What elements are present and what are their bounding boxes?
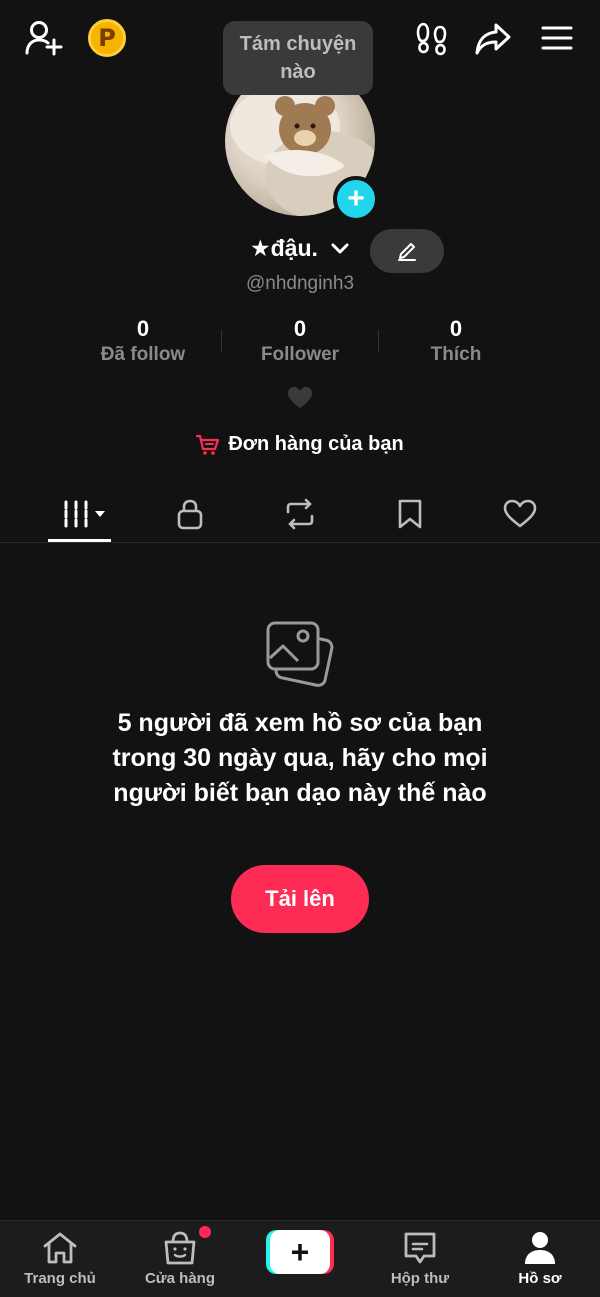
edit-profile-button[interactable] <box>370 229 444 273</box>
nav-label: Hộp thư <box>390 1270 450 1287</box>
plus-icon: + <box>270 1230 330 1274</box>
tooltip-line-2: nào <box>280 61 316 83</box>
orders-label: Đơn hàng của bạn <box>228 433 404 455</box>
stat-label: Thích <box>430 344 482 365</box>
shop-icon <box>164 1231 196 1265</box>
nav-inbox[interactable]: Hộp thư <box>360 1229 480 1287</box>
profile-icon <box>525 1232 555 1264</box>
orders-link[interactable]: Đơn hàng của bạn <box>0 433 600 456</box>
nav-label: Trang chủ <box>24 1270 96 1287</box>
cart-icon <box>196 434 220 455</box>
inbox-icon <box>404 1232 436 1264</box>
heart-icon <box>503 499 537 528</box>
tooltip-line-1: Tám chuyện <box>239 33 357 55</box>
menu-icon[interactable] <box>537 20 577 56</box>
lock-icon <box>177 499 203 530</box>
stat-following[interactable]: 0 Đã follow <box>63 316 223 366</box>
profile-tabs <box>0 486 600 543</box>
create-button[interactable]: + <box>266 1230 334 1274</box>
photo-stack-icon <box>265 618 335 695</box>
nav-label: Hồ sơ <box>518 1270 562 1287</box>
notification-dot <box>199 1226 211 1238</box>
stat-label: Follower <box>260 344 340 365</box>
bookmark-icon <box>398 499 422 529</box>
add-friend-icon[interactable] <box>22 18 66 58</box>
bottom-nav: Trang chủ Cửa hàng + Hộp thư Hồ sơ <box>0 1220 600 1297</box>
nav-home[interactable]: Trang chủ <box>0 1229 120 1287</box>
chevron-down-icon[interactable] <box>330 241 350 262</box>
stat-value: 0 <box>293 316 307 341</box>
stat-label: Đã follow <box>100 344 186 365</box>
share-icon[interactable] <box>472 20 514 58</box>
username: @nhdnginh3 <box>245 273 355 294</box>
add-story-button[interactable]: + <box>333 176 379 222</box>
stat-value: 0 <box>449 316 463 341</box>
tab-favorites[interactable] <box>355 486 465 542</box>
plus-icon: + <box>347 182 365 215</box>
stat-followers[interactable]: 0 Follower <box>220 316 380 366</box>
repost-icon <box>286 498 314 530</box>
footprints-icon[interactable] <box>412 20 452 58</box>
nav-shop[interactable]: Cửa hàng <box>120 1229 240 1287</box>
bio-heart-icon <box>287 386 313 415</box>
tab-private[interactable] <box>135 486 245 542</box>
chat-tooltip[interactable]: Tám chuyện nào <box>223 21 373 95</box>
points-coin-icon[interactable]: P <box>88 19 126 57</box>
stat-value: 0 <box>136 316 150 341</box>
stat-likes[interactable]: 0 Thích <box>376 316 536 366</box>
tab-reposts[interactable] <box>245 486 355 542</box>
active-tab-indicator <box>48 539 111 542</box>
upload-button[interactable]: Tải lên <box>231 865 369 933</box>
profile-stats: 0 Đã follow 0 Follower 0 Thích <box>0 316 600 372</box>
pencil-icon <box>398 243 416 261</box>
nav-profile[interactable]: Hồ sơ <box>480 1229 600 1287</box>
tab-videos[interactable] <box>30 486 140 542</box>
name-row: ★đậu. <box>0 229 600 273</box>
empty-state-message: 5 người đã xem hồ sơ của bạn trong 30 ng… <box>112 709 488 807</box>
display-name[interactable]: ★đậu. <box>250 235 318 262</box>
nav-label: Cửa hàng <box>144 1270 216 1287</box>
tab-liked[interactable] <box>465 486 575 542</box>
home-icon <box>43 1232 77 1264</box>
grid-icon <box>64 500 105 528</box>
